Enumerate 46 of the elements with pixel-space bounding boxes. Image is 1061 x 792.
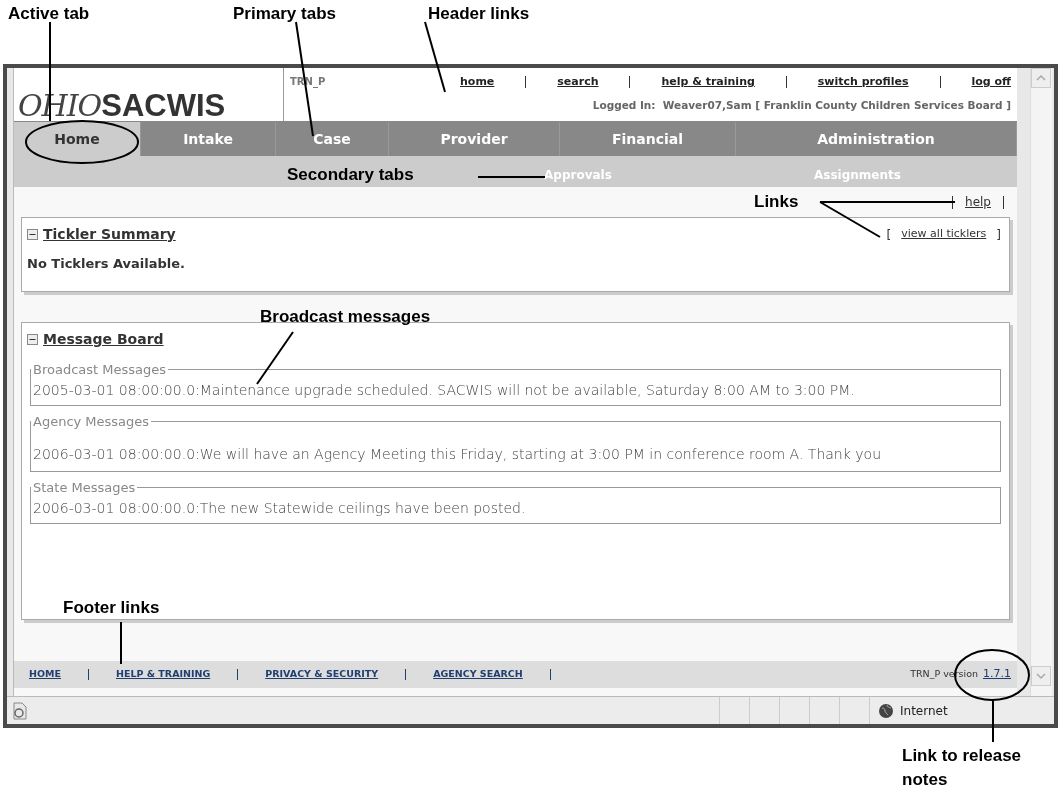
annotation-label: Active tab	[8, 3, 90, 25]
scrollbar[interactable]	[1030, 68, 1052, 696]
zone-label: Internet	[900, 702, 948, 720]
scroll-down-icon[interactable]	[1031, 666, 1051, 686]
collapse-icon[interactable]	[27, 229, 38, 240]
annotation-label: Link to release notes	[902, 745, 1023, 791]
globe-icon	[878, 702, 894, 719]
message-text: 2005-03-01 08:00:00.0:Maintenance upgrade scheduled. SACWIS will not be available, Saturday 8:00 AM to 3:00 PM.	[33, 380, 856, 400]
leader-line	[256, 331, 294, 385]
header-link[interactable]: search	[557, 74, 599, 91]
leader-line	[992, 699, 994, 743]
message-text: 2006-03-01 08:00:00.0:The new Statewide ceilings have been posted.	[33, 498, 527, 518]
bracket-text: ]	[996, 226, 1001, 244]
annotation-label: Broadcast messages	[260, 306, 431, 328]
footer-link[interactable]: PRIVACY & SECURITY	[265, 667, 379, 682]
panel-title[interactable]: Tickler Summary	[43, 224, 176, 245]
annotation-label: Secondary tabs	[287, 164, 414, 186]
panel-title[interactable]: Message Board	[43, 329, 164, 350]
help-link[interactable]: help	[965, 193, 991, 211]
group-legend: Agency Messages	[31, 411, 152, 431]
scroll-up-icon[interactable]	[1031, 68, 1051, 88]
view-all-ticklers-link[interactable]: view all ticklers	[901, 226, 987, 243]
footer-link[interactable]: AGENCY SEARCH	[433, 667, 523, 682]
page-icon	[11, 701, 29, 720]
group-legend: State Messages	[31, 478, 138, 498]
leader-line	[477, 176, 546, 178]
annotation-label: Header links	[428, 3, 530, 25]
header-link[interactable]: help & training	[661, 74, 755, 91]
bracket-text: [	[886, 226, 892, 244]
primary-tab[interactable]: Home	[14, 122, 141, 156]
annotation-label: Primary tabs	[233, 3, 336, 25]
leader-line	[424, 21, 446, 93]
annotation-label: Links	[754, 191, 799, 213]
version-link[interactable]: 1.7.1	[983, 666, 1011, 683]
header-link[interactable]: switch profiles	[817, 74, 909, 91]
footer-link[interactable]: HELP & TRAINING	[116, 667, 211, 682]
header-link[interactable]: log off	[971, 74, 1011, 91]
header-link[interactable]: home	[460, 74, 495, 91]
annotation-label: Footer links	[63, 597, 160, 619]
message-text: 2006-03-01 08:00:00.0:We will have an Agency Meeting this Friday, starting at 3:00 PM in conference room A. Thank you	[33, 445, 882, 464]
group-legend: Broadcast Messages	[31, 360, 168, 380]
collapse-icon[interactable]	[27, 334, 38, 345]
empty-message: No Ticklers Available.	[27, 255, 186, 273]
leader-line	[120, 621, 122, 665]
logged-in-text: Logged In: Weaver07,Sam [ Franklin County Children Services Board ]	[592, 97, 1011, 113]
footer-link[interactable]: HOME	[29, 667, 61, 682]
